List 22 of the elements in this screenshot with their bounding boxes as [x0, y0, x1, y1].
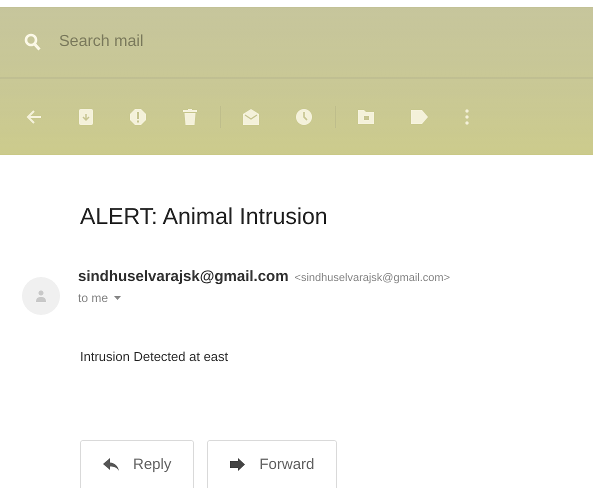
alert-octagon-icon[interactable] [130, 109, 146, 125]
folder-icon[interactable] [358, 110, 374, 124]
recipient-label: to me [78, 291, 108, 305]
clock-icon[interactable] [296, 109, 312, 125]
label-tag-icon[interactable] [411, 110, 428, 124]
search-icon[interactable] [24, 33, 41, 51]
archive-box-icon[interactable] [79, 109, 93, 125]
forward-arrow-icon [230, 458, 246, 471]
sender-name: sindhuselvarajsk@gmail.com [78, 268, 289, 285]
trash-icon[interactable] [183, 109, 197, 125]
search-field[interactable]: Search mail [59, 33, 359, 51]
sender-email: <sindhuselvarajsk@gmail.com> [294, 272, 450, 284]
envelope-icon[interactable] [243, 109, 259, 125]
reply-arrow-icon [103, 458, 119, 471]
back-arrow-icon[interactable] [26, 110, 42, 124]
email-body: Intrusion Detected at east [80, 349, 230, 364]
more-vertical-icon[interactable] [465, 109, 469, 125]
dropdown-caret-icon[interactable] [114, 296, 122, 300]
forward-button[interactable]: Forward [207, 440, 338, 488]
avatar-icon [22, 277, 60, 315]
email-subject: ALERT: Animal Intrusion [80, 203, 329, 230]
reply-button[interactable]: Reply [80, 440, 194, 488]
